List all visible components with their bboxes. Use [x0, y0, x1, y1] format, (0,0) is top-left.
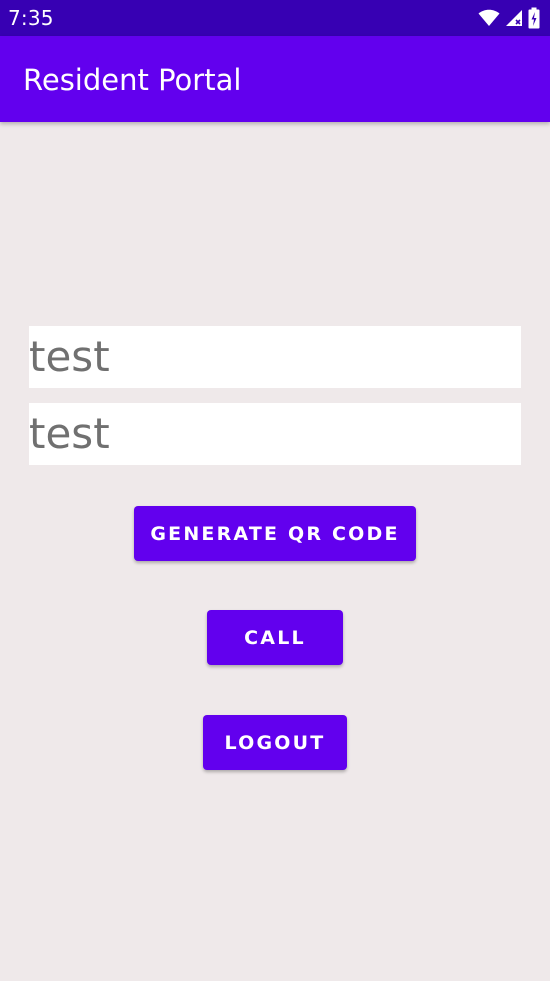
first-input-value: test: [29, 332, 110, 381]
page-title: Resident Portal: [23, 63, 242, 97]
call-button[interactable]: CALL: [207, 610, 343, 665]
second-input-field[interactable]: test: [29, 403, 521, 465]
wifi-icon: [478, 9, 500, 27]
cellular-signal-icon: [504, 9, 524, 27]
app-bar: Resident Portal: [0, 36, 550, 122]
generate-qr-code-label: GENERATE QR CODE: [150, 522, 400, 545]
logout-label: LOGOUT: [224, 731, 326, 754]
battery-charging-icon: [528, 7, 540, 29]
logout-button[interactable]: LOGOUT: [203, 715, 347, 770]
first-input-field[interactable]: test: [29, 326, 521, 388]
call-label: CALL: [244, 626, 306, 649]
second-input-value: test: [29, 409, 110, 458]
status-bar: 7:35: [0, 0, 550, 36]
generate-qr-code-button[interactable]: GENERATE QR CODE: [134, 506, 416, 561]
status-icons: [478, 6, 540, 30]
status-time: 7:35: [8, 6, 54, 30]
